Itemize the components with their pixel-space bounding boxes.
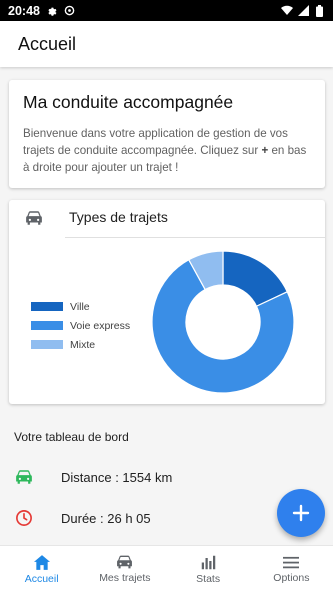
legend-swatch xyxy=(31,340,63,349)
donut-chart xyxy=(151,250,295,394)
legend-label: Ville xyxy=(70,300,90,313)
wifi-icon xyxy=(281,5,293,17)
add-trip-button[interactable] xyxy=(277,489,325,537)
chart-legend: Ville Voie express Mixte xyxy=(31,297,130,354)
nav-label: Mes trajets xyxy=(99,572,151,584)
page-title: Accueil xyxy=(18,33,77,54)
bottom-nav: Accueil Mes trajets Stats Options xyxy=(0,545,333,593)
legend-label: Voie express xyxy=(70,319,131,332)
chart-title: Types de trajets xyxy=(69,209,168,225)
car-icon xyxy=(25,211,43,225)
bar-chart-icon xyxy=(201,555,215,569)
duration-label: Durée : 26 h 05 xyxy=(61,510,151,526)
battery-icon xyxy=(313,4,325,17)
nav-label: Accueil xyxy=(24,572,59,585)
dashboard-title: Votre tableau de bord xyxy=(14,430,129,444)
plus-icon xyxy=(292,504,310,522)
settings-icon xyxy=(46,5,58,17)
divider xyxy=(65,237,325,238)
nav-item-accueil[interactable]: Accueil xyxy=(0,546,83,593)
home-icon xyxy=(33,554,50,570)
legend-item: Voie express xyxy=(31,316,130,335)
legend-item: Mixte xyxy=(31,335,130,354)
nav-label: Options xyxy=(273,571,310,584)
legend-label: Mixte xyxy=(70,338,96,351)
car-icon xyxy=(14,467,34,487)
legend-swatch xyxy=(31,302,63,311)
distance-label: Distance : 1554 km xyxy=(61,469,173,485)
duration-row: Durée : 26 h 05 xyxy=(14,508,151,528)
menu-icon xyxy=(283,556,300,568)
chart-card: Types de trajets Ville Voie express Mixte xyxy=(9,200,325,404)
status-bar: 20:48 xyxy=(0,0,333,21)
clock-icon xyxy=(14,508,34,528)
status-time: 20:48 xyxy=(8,3,40,18)
welcome-title: Ma conduite accompagnée xyxy=(23,92,234,112)
nav-item-mes-trajets[interactable]: Mes trajets xyxy=(83,546,166,593)
welcome-text: Bienvenue dans votre application de gest… xyxy=(23,125,315,176)
distance-row: Distance : 1554 km xyxy=(14,467,172,487)
nav-label: Stats xyxy=(196,572,221,585)
app-bar: Accueil xyxy=(0,21,333,67)
welcome-card: Ma conduite accompagnée Bienvenue dans v… xyxy=(9,80,325,188)
nav-item-options[interactable]: Options xyxy=(250,546,333,593)
vpn-icon xyxy=(64,5,76,17)
signal-icon xyxy=(297,5,309,17)
legend-item: Ville xyxy=(31,297,130,316)
car-icon xyxy=(117,555,133,569)
legend-swatch xyxy=(31,321,63,330)
nav-item-stats[interactable]: Stats xyxy=(167,546,250,593)
welcome-text-start: Bienvenue dans votre application de gest… xyxy=(23,127,288,157)
